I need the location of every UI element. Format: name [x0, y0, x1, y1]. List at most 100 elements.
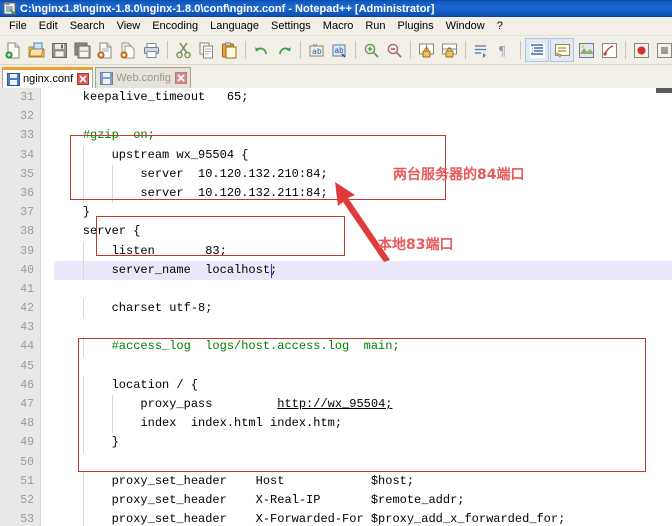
code-line[interactable]: location / {	[54, 375, 672, 395]
line-number-label: 45	[20, 359, 34, 373]
open-file-icon[interactable]	[25, 39, 47, 61]
code-line[interactable]: #access_log logs/host.access.log main;	[54, 337, 672, 357]
show-all-chars-icon[interactable]: ¶	[493, 39, 515, 61]
code-line[interactable]	[54, 318, 672, 337]
paste-icon[interactable]	[218, 39, 240, 61]
code-text: upstream wx_95504 {	[54, 147, 249, 162]
menu-item-run[interactable]: Run	[359, 19, 391, 33]
close-tab-icon[interactable]	[174, 72, 187, 84]
undo-icon[interactable]	[250, 39, 272, 61]
copy-icon[interactable]	[195, 39, 217, 61]
new-file-icon[interactable]	[2, 39, 24, 61]
editor-pane[interactable]: 31 32 33 34 35 36 37 38 39 40 41 42 43 44 45 46 47 48 49 50…	[0, 88, 672, 526]
save-blue-icon	[7, 72, 20, 86]
code-line[interactable]: upstream wx_95504 {	[54, 145, 672, 165]
user-language-icon[interactable]	[550, 38, 574, 62]
code-line[interactable]: }	[54, 433, 672, 453]
line-number-label: 46	[20, 378, 34, 392]
sync-horizontal-icon[interactable]	[438, 39, 460, 61]
code-line[interactable]: keepalive_timeout 65;	[54, 88, 672, 107]
line-number-label: 53	[20, 513, 34, 526]
code-text: proxy_set_header X-Forwarded-For $proxy_…	[54, 512, 566, 526]
code-line[interactable]: proxy_set_header X-Forwarded-For $proxy_…	[54, 510, 672, 526]
code-line[interactable]	[54, 357, 672, 376]
stop-macro-icon[interactable]	[653, 39, 672, 61]
doc-map-icon[interactable]	[575, 39, 597, 61]
menu-item-file[interactable]: File	[3, 19, 33, 33]
line-number-label: 32	[20, 110, 34, 124]
svg-text:ab: ab	[312, 47, 322, 56]
cut-icon[interactable]	[172, 39, 194, 61]
code-line[interactable]	[54, 280, 672, 299]
save-all-icon[interactable]	[71, 39, 93, 61]
code-text: }	[54, 205, 91, 220]
line-number: 36	[0, 184, 40, 203]
code-line[interactable]	[54, 453, 672, 472]
separator-3	[300, 41, 301, 59]
line-number-label: 39	[20, 244, 34, 258]
code-line[interactable]: server_name localhost;	[54, 260, 672, 280]
code-line[interactable]: server 10.120.132.211:84;	[54, 183, 672, 204]
zoom-out-icon[interactable]	[383, 39, 405, 61]
menu-item-window[interactable]: Window	[440, 19, 491, 33]
menu-item-search[interactable]: Search	[64, 19, 111, 33]
line-number-label: 35	[20, 167, 34, 181]
code-line[interactable]: index index.html index.htm;	[54, 414, 672, 434]
upstream-ports-note: 两台服务器的84端口	[393, 167, 525, 183]
fold-margin[interactable]	[41, 88, 54, 526]
line-number-label: 41	[20, 282, 34, 296]
line-number: 40	[0, 261, 40, 280]
line-number-label: 50	[20, 455, 34, 469]
code-text: server 10.120.132.211:84;	[54, 185, 328, 200]
code-line[interactable]: }	[54, 203, 672, 222]
line-number: 45	[0, 357, 40, 376]
close-all-icon[interactable]	[117, 39, 139, 61]
code-line[interactable]: listen 83;	[54, 241, 672, 261]
line-number-label: 42	[20, 302, 34, 316]
vertical-scrollbar-thumb[interactable]	[656, 88, 672, 93]
line-number: 34	[0, 146, 40, 165]
line-number: 35	[0, 165, 40, 184]
menu-item-edit[interactable]: Edit	[33, 19, 64, 33]
code-line[interactable]: proxy_set_header Host $host;	[54, 471, 672, 491]
replace-icon[interactable]: ab	[328, 39, 350, 61]
code-line[interactable]: server {	[54, 222, 672, 241]
menu-item-view[interactable]: View	[111, 19, 147, 33]
save-icon[interactable]	[48, 39, 70, 61]
line-number-label: 40	[20, 263, 34, 277]
zoom-in-icon[interactable]	[360, 39, 382, 61]
menu-item-help[interactable]: ?	[491, 19, 509, 33]
code-area[interactable]: keepalive_timeout 65; #gzip on; upstream…	[54, 88, 672, 526]
code-line[interactable]: proxy_pass http://wx_95504;	[54, 395, 672, 415]
function-list-icon[interactable]	[598, 39, 620, 61]
separator-1	[167, 41, 168, 59]
close-tab-icon[interactable]	[77, 73, 90, 85]
menu-item-language[interactable]: Language	[204, 19, 265, 33]
close-file-icon[interactable]	[94, 39, 116, 61]
record-macro-icon[interactable]	[630, 39, 652, 61]
line-number: 42	[0, 299, 40, 318]
menu-item-encoding[interactable]: Encoding	[146, 19, 204, 33]
line-number-label: 34	[20, 148, 34, 162]
print-icon[interactable]	[140, 39, 162, 61]
find-icon[interactable]: ab	[305, 39, 327, 61]
tab-web-config[interactable]: Web.config	[95, 67, 191, 88]
menu-item-macro[interactable]: Macro	[317, 19, 360, 33]
code-line[interactable]	[54, 107, 672, 126]
sync-vertical-icon[interactable]	[415, 39, 437, 61]
code-line[interactable]: #gzip on;	[54, 126, 672, 145]
code-line[interactable]: proxy_set_header X-Real-IP $remote_addr;	[54, 490, 672, 511]
indent-guide-icon[interactable]	[525, 38, 549, 62]
line-number-label: 47	[20, 398, 34, 411]
tab-nginx-conf[interactable]: nginx.conf	[2, 67, 94, 88]
word-wrap-icon[interactable]	[470, 39, 492, 61]
code-line[interactable]: charset utf-8;	[54, 299, 672, 319]
menu-item-plugins[interactable]: Plugins	[392, 19, 440, 33]
separator-2	[245, 41, 246, 59]
redo-icon[interactable]	[273, 39, 295, 61]
line-number-label: 44	[20, 340, 34, 354]
menu-item-settings[interactable]: Settings	[265, 19, 317, 33]
menu-bar: File Edit Search View Encoding Language …	[0, 17, 672, 36]
code-line[interactable]: server 10.120.132.210:84;	[54, 164, 672, 184]
line-number-label: 33	[20, 129, 34, 143]
